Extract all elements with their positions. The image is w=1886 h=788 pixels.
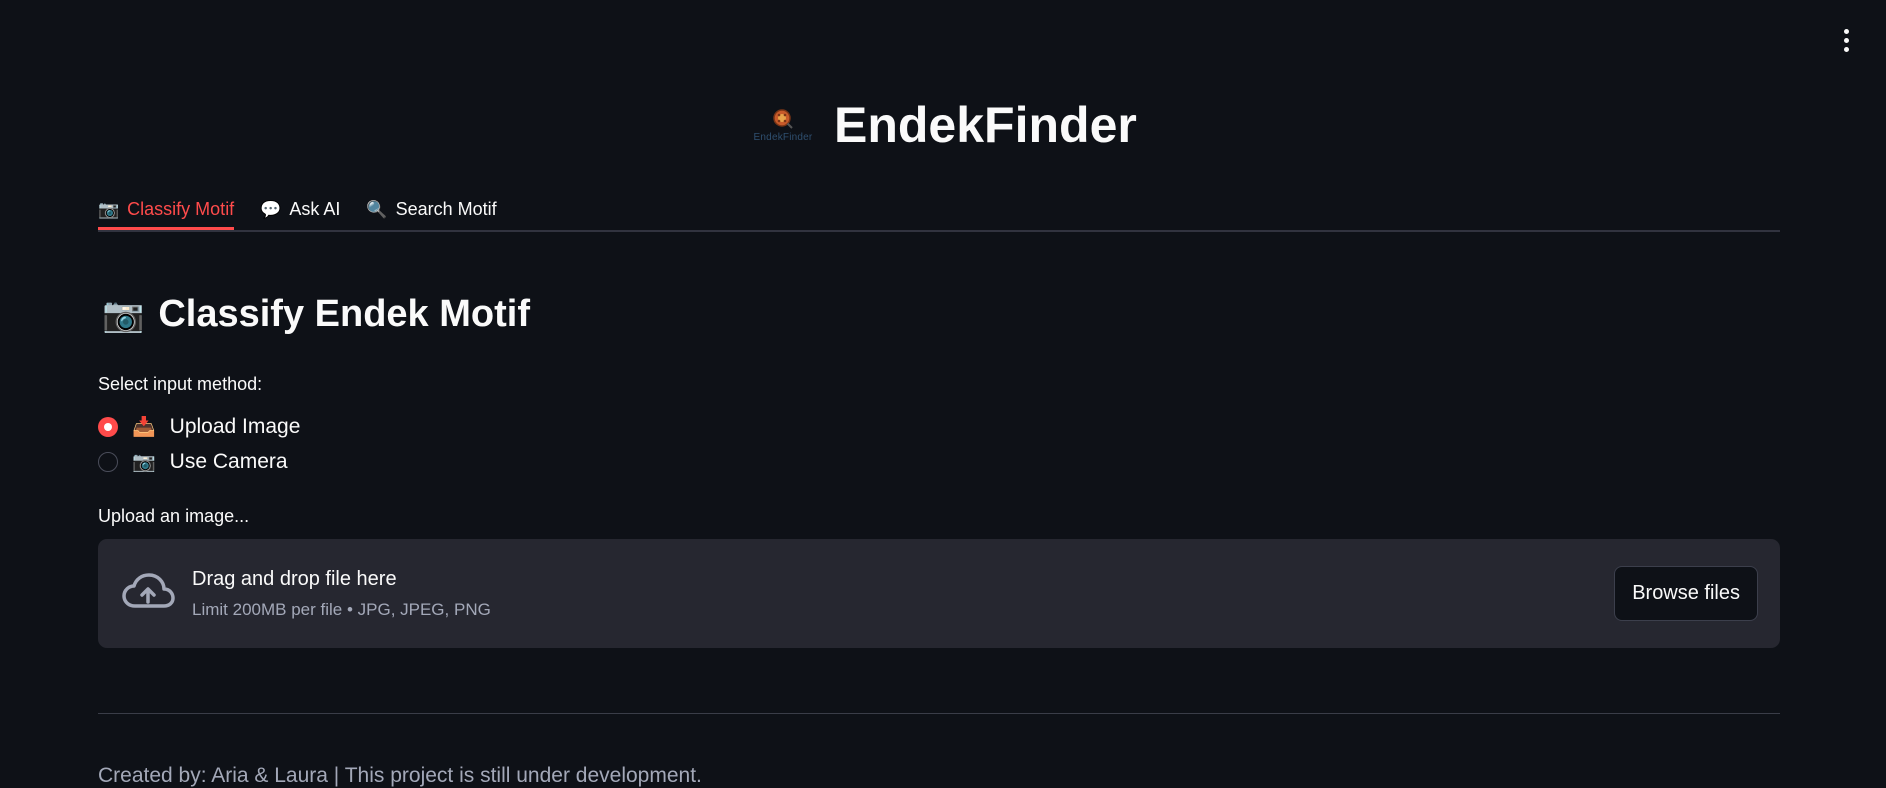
tab-bar: 📷 Classify Motif 💬 Ask AI 🔍 Search Motif	[98, 183, 1780, 232]
footer-text: Created by: Aria & Laura | This project …	[98, 764, 702, 787]
tab-label: Search Motif	[395, 199, 497, 219]
cloud-upload-icon	[122, 572, 175, 608]
divider	[98, 713, 1780, 714]
menu-dot	[1843, 46, 1849, 52]
app-page: EndekFinder EndekFinder 📷 Classify Motif…	[0, 0, 1886, 788]
magnifier-icon: 🔍	[366, 199, 388, 219]
uploader-label: Upload an image...	[98, 506, 250, 526]
speech-bubble-icon: 💬	[260, 199, 282, 219]
browse-files-button[interactable]: Browse files	[1614, 566, 1758, 621]
inbox-tray-icon: 📥	[132, 417, 156, 438]
radio-label: Use Camera	[169, 450, 288, 473]
dropzone-title: Drag and drop file here	[192, 567, 397, 590]
dropzone-limit: Limit 200MB per file • JPG, JPEG, PNG	[192, 599, 491, 619]
tab-label: Ask AI	[289, 199, 341, 219]
menu-dot	[1843, 37, 1849, 43]
section-title: 📷 Classify Endek Motif	[102, 293, 530, 336]
radio-upload-image[interactable]: 📥 Upload Image	[98, 415, 300, 439]
input-method-label: Select input method:	[98, 374, 263, 394]
radio-button-checked[interactable]	[98, 417, 118, 437]
camera-icon: 📷	[132, 452, 156, 473]
app-header: EndekFinder EndekFinder	[750, 100, 1137, 150]
radio-label: Upload Image	[169, 415, 301, 438]
app-logo: EndekFinder	[750, 100, 816, 150]
radio-use-camera[interactable]: 📷 Use Camera	[98, 450, 288, 474]
section-title-text: Classify Endek Motif	[158, 293, 530, 335]
logo-caption: EndekFinder	[753, 131, 813, 143]
main-menu-button[interactable]	[1834, 28, 1858, 52]
tab-classify-motif[interactable]: 📷 Classify Motif	[98, 183, 235, 230]
menu-dot	[1843, 28, 1849, 34]
camera-icon: 📷	[98, 199, 120, 219]
tab-label: Classify Motif	[127, 199, 235, 219]
motif-medallion-icon	[773, 108, 793, 129]
camera-icon: 📷	[102, 295, 145, 334]
app-title: EndekFinder	[834, 97, 1137, 153]
dropzone-instructions: Drag and drop file here Limit 200MB per …	[192, 568, 491, 620]
radio-button[interactable]	[98, 452, 118, 472]
file-dropzone[interactable]: Drag and drop file here Limit 200MB per …	[98, 539, 1780, 648]
tab-ask-ai[interactable]: 💬 Ask AI	[260, 183, 340, 228]
tab-search-motif[interactable]: 🔍 Search Motif	[366, 183, 496, 228]
